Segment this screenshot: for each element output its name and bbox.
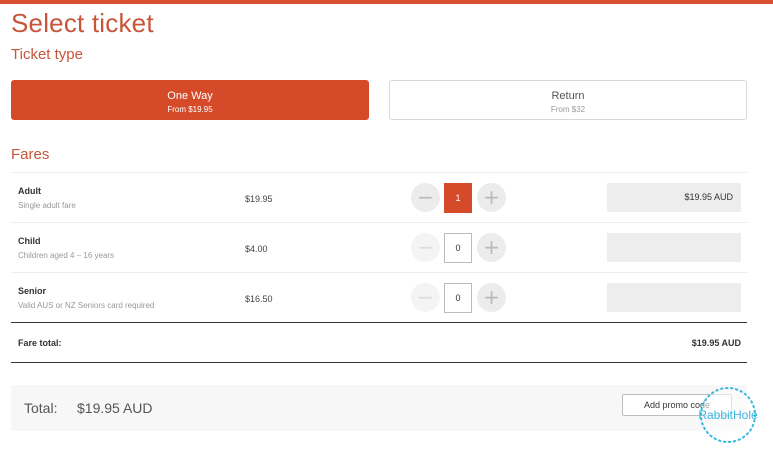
decrement-button[interactable]: −	[411, 233, 440, 262]
fare-subtotal	[607, 283, 741, 312]
fare-row-senior: Senior Valid AUS or NZ Seniors card requ…	[11, 272, 747, 323]
fare-price: $16.50	[245, 294, 273, 304]
total-panel: Total: $19.95 AUD Add promo code	[11, 385, 747, 431]
return-label: Return	[551, 90, 585, 102]
watermark-text: RabbitHole	[698, 408, 758, 422]
decrement-button[interactable]: −	[411, 283, 440, 312]
quantity-input[interactable]: 0	[444, 233, 472, 263]
return-price: From $32	[550, 105, 586, 114]
one-way-button[interactable]: One Way From $19.95	[11, 80, 369, 120]
total-label: Total:	[24, 400, 58, 416]
divider	[11, 362, 747, 363]
fare-price: $4.00	[245, 244, 268, 254]
fare-price: $19.95	[245, 194, 273, 204]
one-way-price: From $19.95	[167, 105, 213, 114]
return-button[interactable]: Return From $32	[389, 80, 747, 120]
increment-button[interactable]: +	[477, 233, 506, 262]
fare-description: Single adult fare	[18, 201, 76, 210]
fares-heading: Fares	[11, 146, 50, 163]
fare-description: Valid AUS or NZ Seniors card required	[18, 301, 155, 310]
quantity-input[interactable]: 0	[444, 283, 472, 313]
fare-name: Senior	[18, 286, 47, 296]
one-way-label: One Way	[167, 90, 213, 102]
fare-row-child: Child Children aged 4 – 16 years $4.00 −…	[11, 222, 747, 273]
fare-description: Children aged 4 – 16 years	[18, 251, 115, 260]
increment-button[interactable]: +	[477, 283, 506, 312]
top-accent-bar	[0, 0, 773, 4]
fare-name: Child	[18, 236, 41, 246]
divider	[11, 322, 747, 323]
fare-row-adult: Adult Single adult fare $19.95 − 1 + $19…	[11, 172, 747, 223]
quantity-input[interactable]: 1	[444, 183, 472, 213]
total-value: $19.95 AUD	[77, 400, 153, 416]
fare-name: Adult	[18, 186, 41, 196]
fare-total-value: $19.95 AUD	[691, 338, 741, 348]
fare-subtotal: $19.95 AUD	[607, 183, 741, 212]
page-title: Select ticket	[11, 8, 154, 38]
fare-subtotal	[607, 233, 741, 262]
ticket-type-heading: Ticket type	[11, 46, 83, 63]
decrement-button[interactable]: −	[411, 183, 440, 212]
rabbithole-watermark-logo: RabbitHole	[698, 387, 758, 443]
increment-button[interactable]: +	[477, 183, 506, 212]
fare-total-label: Fare total:	[18, 338, 62, 348]
